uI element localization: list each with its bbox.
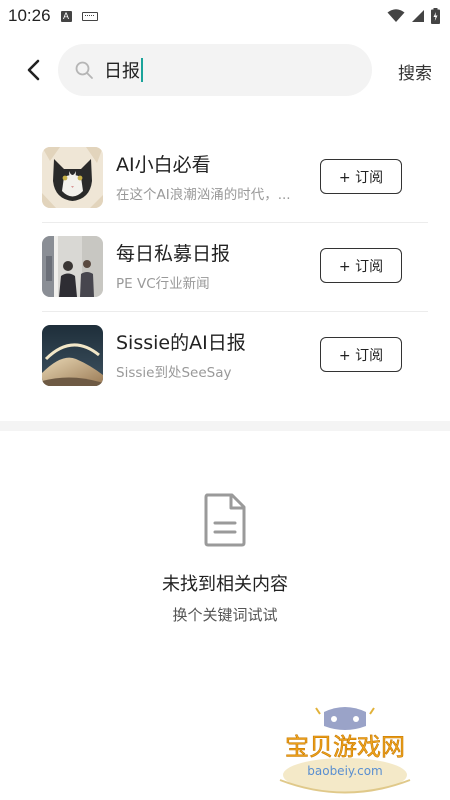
empty-state-title: 未找到相关内容 [162, 574, 288, 595]
search-input-value: 日报 [104, 61, 140, 82]
cat-thumbnail [42, 147, 103, 208]
landscape-thumbnail [42, 325, 103, 386]
watermark-title: 宝贝游戏网 [285, 733, 405, 761]
office-photo-thumbnail [42, 236, 103, 297]
status-left: 10:26 A [8, 6, 98, 26]
keyboard-icon [81, 11, 98, 21]
result-title: 每日私募日报 [116, 243, 231, 265]
subscribe-button[interactable]: + 订阅 [320, 337, 402, 372]
empty-state: 未找到相关内容 换个关键词试试 [0, 492, 450, 625]
status-right [387, 8, 440, 24]
document-icon [204, 493, 246, 547]
watermark-logo: 宝贝游戏网 baobeiy.com [279, 707, 411, 794]
status-bar: 10:26 A [0, 0, 450, 32]
result-subtitle: Sissie到处SeeSay [116, 365, 232, 381]
section-divider [0, 421, 450, 431]
search-input[interactable]: 日报 [104, 57, 143, 83]
notification-a-icon: A [60, 10, 72, 22]
back-arrow-icon[interactable] [20, 56, 48, 84]
empty-state-subtitle: 换个关键词试试 [172, 606, 278, 624]
list-item[interactable]: Sissie的AI日报 Sissie到处SeeSay + 订阅 [42, 311, 428, 400]
battery-icon [431, 8, 440, 24]
status-time: 10:26 [8, 6, 51, 25]
search-box[interactable]: 日报 [58, 44, 372, 96]
results-list: AI小白必看 在这个AI浪潮汹涌的时代，... + 订阅 每日私募日报 PE V… [0, 134, 450, 400]
subscribe-button[interactable]: + 订阅 [320, 159, 402, 194]
search-header: 日报 搜索 [0, 42, 450, 98]
watermark-url: baobeiy.com [307, 764, 382, 778]
search-button[interactable]: 搜索 [398, 59, 432, 84]
list-item[interactable]: AI小白必看 在这个AI浪潮汹涌的时代，... + 订阅 [42, 134, 428, 222]
result-title: Sissie的AI日报 [116, 332, 246, 354]
wifi-icon [387, 9, 405, 22]
list-item[interactable]: 每日私募日报 PE VC行业新闻 + 订阅 [42, 222, 428, 311]
search-icon [75, 61, 93, 79]
result-subtitle: 在这个AI浪潮汹涌的时代，... [116, 187, 291, 203]
signal-icon [412, 10, 424, 22]
result-subtitle: PE VC行业新闻 [116, 276, 210, 292]
text-caret [141, 58, 143, 82]
result-title: AI小白必看 [116, 154, 211, 176]
subscribe-button[interactable]: + 订阅 [320, 248, 402, 283]
